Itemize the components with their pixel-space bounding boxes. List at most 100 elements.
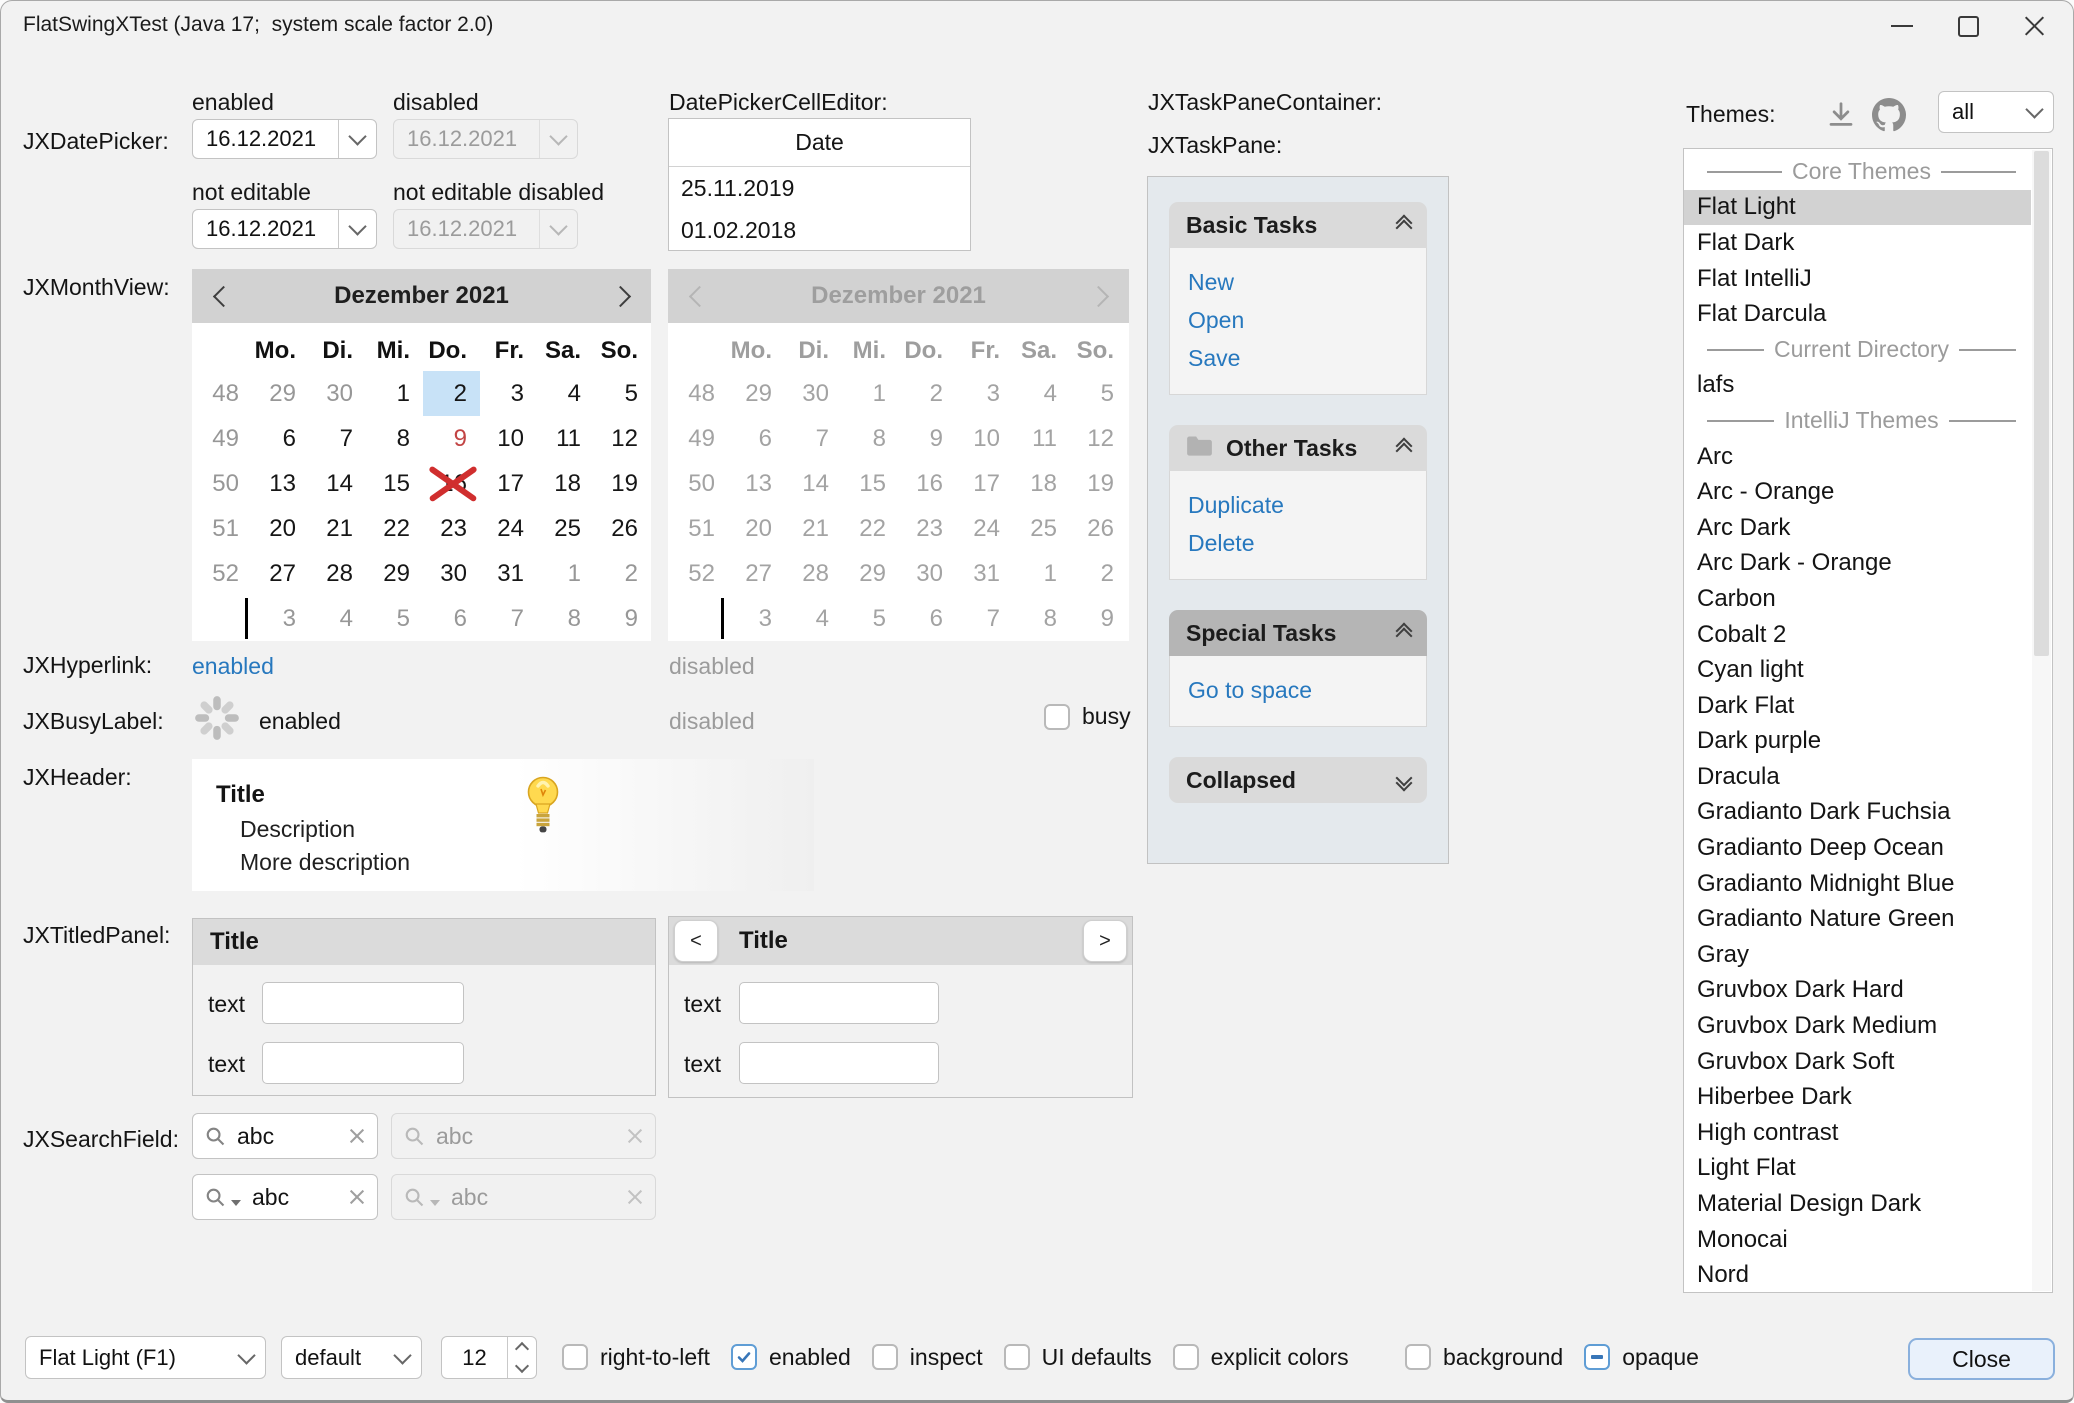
scale-combo[interactable]: default xyxy=(281,1336,422,1379)
hyperlink-enabled[interactable]: enabled xyxy=(192,653,274,680)
theme-list-item[interactable]: Nord xyxy=(1684,1257,2031,1293)
theme-list-item[interactable]: Flat Darcula xyxy=(1684,296,2031,332)
datepicker-not-editable[interactable]: 16.12.2021 xyxy=(192,209,377,249)
day-cell[interactable]: 9 xyxy=(594,596,651,641)
github-icon[interactable] xyxy=(1871,97,1907,133)
text-field[interactable] xyxy=(739,1042,939,1084)
day-cell[interactable]: 1 xyxy=(537,551,594,596)
day-cell[interactable]: 30 xyxy=(423,551,480,596)
search-value[interactable]: abc xyxy=(237,1123,274,1150)
theme-list-item[interactable]: Arc Dark - Orange xyxy=(1684,546,2031,582)
laf-combo[interactable]: Flat Light (F1) xyxy=(25,1336,266,1379)
day-cell[interactable]: 8 xyxy=(366,416,423,461)
text-field[interactable] xyxy=(262,982,464,1024)
task-pane-link[interactable]: Delete xyxy=(1170,524,1426,562)
day-cell[interactable]: 8 xyxy=(537,596,594,641)
spinner-buttons[interactable] xyxy=(507,1337,536,1378)
day-cell[interactable]: 1 xyxy=(366,371,423,416)
theme-list-item[interactable]: Gruvbox Dark Soft xyxy=(1684,1044,2031,1080)
task-pane-link[interactable]: Open xyxy=(1170,301,1426,339)
theme-list-item[interactable]: Arc Dark xyxy=(1684,510,2031,546)
scrollbar-thumb[interactable] xyxy=(2034,151,2049,656)
task-pane-header[interactable]: Other Tasks xyxy=(1169,425,1427,471)
day-cell[interactable]: 14 xyxy=(309,461,366,506)
day-cell[interactable]: 2 xyxy=(594,551,651,596)
datepicker-dropdown-button[interactable] xyxy=(338,120,376,158)
prev-button[interactable]: < xyxy=(674,920,718,962)
theme-list-item[interactable]: Gruvbox Dark Hard xyxy=(1684,973,2031,1009)
clear-icon[interactable] xyxy=(349,1128,365,1144)
datepicker-value[interactable]: 16.12.2021 xyxy=(193,120,338,158)
day-cell[interactable]: 19 xyxy=(594,461,651,506)
theme-list-item[interactable]: Gradianto Midnight Blue xyxy=(1684,866,2031,902)
task-pane-link[interactable]: Duplicate xyxy=(1170,486,1426,524)
day-cell[interactable]: 29 xyxy=(366,551,423,596)
day-cell[interactable]: 7 xyxy=(309,416,366,461)
day-cell[interactable]: 25 xyxy=(537,506,594,551)
calendar-next-button[interactable] xyxy=(601,277,639,315)
datepicker-enabled[interactable]: 16.12.2021 xyxy=(192,119,377,159)
task-pane-link[interactable]: Save xyxy=(1170,339,1426,377)
day-cell[interactable]: 26 xyxy=(594,506,651,551)
day-cell[interactable]: 29 xyxy=(252,371,309,416)
checkbox-busy[interactable]: busy xyxy=(1044,703,1131,730)
day-cell[interactable]: 5 xyxy=(366,596,423,641)
day-cell[interactable]: 15 xyxy=(366,461,423,506)
theme-list-item[interactable]: Hiberbee Dark xyxy=(1684,1079,2031,1115)
day-cell[interactable]: 9 xyxy=(423,416,480,461)
checkbox-enabled[interactable]: enabled xyxy=(731,1344,851,1371)
day-cell[interactable]: 11 xyxy=(537,416,594,461)
theme-list-item[interactable]: Arc - Orange xyxy=(1684,474,2031,510)
table-row[interactable]: 01.02.2018 xyxy=(669,209,970,251)
day-cell[interactable]: 23 xyxy=(423,506,480,551)
day-cell[interactable]: 6 xyxy=(423,596,480,641)
day-cell[interactable]: 7 xyxy=(480,596,537,641)
date-table[interactable]: Date25.11.201901.02.2018 xyxy=(668,118,971,251)
theme-list-item[interactable]: Dark Flat xyxy=(1684,688,2031,724)
theme-list-item[interactable]: Cobalt 2 xyxy=(1684,617,2031,653)
day-cell[interactable]: 28 xyxy=(309,551,366,596)
font-size-spinner[interactable]: 12 xyxy=(441,1336,537,1379)
clear-icon[interactable] xyxy=(349,1189,365,1205)
checkbox-ui-defaults[interactable]: UI defaults xyxy=(1004,1344,1152,1371)
theme-list-item[interactable]: Carbon xyxy=(1684,581,2031,617)
window-close-button[interactable] xyxy=(2001,1,2067,51)
day-cell[interactable]: 21 xyxy=(309,506,366,551)
scrollbar-track[interactable] xyxy=(2032,150,2051,1291)
font-size-value[interactable]: 12 xyxy=(442,1337,507,1378)
checkbox-right-to-left[interactable]: right-to-left xyxy=(562,1344,710,1371)
day-cell[interactable]: 6 xyxy=(252,416,309,461)
day-cell[interactable]: 4 xyxy=(537,371,594,416)
searchfield-menu-enabled[interactable]: abc xyxy=(192,1174,378,1220)
day-cell[interactable]: 13 xyxy=(252,461,309,506)
theme-list[interactable]: Core ThemesFlat LightFlat DarkFlat Intel… xyxy=(1683,148,2053,1293)
day-cell[interactable]: 5 xyxy=(594,371,651,416)
minimize-button[interactable] xyxy=(1869,1,1935,51)
day-cell[interactable]: 20 xyxy=(252,506,309,551)
day-cell[interactable]: 2 xyxy=(423,371,480,416)
search-value[interactable]: abc xyxy=(252,1184,289,1211)
download-icon[interactable] xyxy=(1825,99,1857,131)
checkbox-inspect[interactable]: inspect xyxy=(872,1344,983,1371)
day-cell[interactable]: 3 xyxy=(252,596,309,641)
theme-list-item[interactable]: lafs xyxy=(1684,368,2031,404)
theme-list-item[interactable]: Cyan light xyxy=(1684,652,2031,688)
day-cell[interactable]: 30 xyxy=(309,371,366,416)
theme-list-item[interactable]: Gruvbox Dark Medium xyxy=(1684,1008,2031,1044)
task-pane-link[interactable]: Go to space xyxy=(1170,671,1426,709)
maximize-button[interactable] xyxy=(1935,1,2001,51)
theme-list-item[interactable]: Arc xyxy=(1684,439,2031,475)
theme-list-item[interactable]: High contrast xyxy=(1684,1115,2031,1151)
theme-list-item[interactable]: Flat IntelliJ xyxy=(1684,261,2031,297)
day-cell[interactable]: 12 xyxy=(594,416,651,461)
theme-list-item[interactable]: Flat Light xyxy=(1684,190,2031,226)
day-cell[interactable]: 18 xyxy=(537,461,594,506)
next-button[interactable]: > xyxy=(1083,920,1127,962)
task-pane-link[interactable]: New xyxy=(1170,263,1426,301)
close-button[interactable]: Close xyxy=(1908,1338,2055,1380)
day-cell[interactable]: 16 xyxy=(423,461,480,506)
day-cell[interactable]: 17 xyxy=(480,461,537,506)
searchfield-enabled[interactable]: abc xyxy=(192,1113,378,1159)
calendar-prev-button[interactable] xyxy=(204,277,242,315)
day-cell[interactable]: 22 xyxy=(366,506,423,551)
